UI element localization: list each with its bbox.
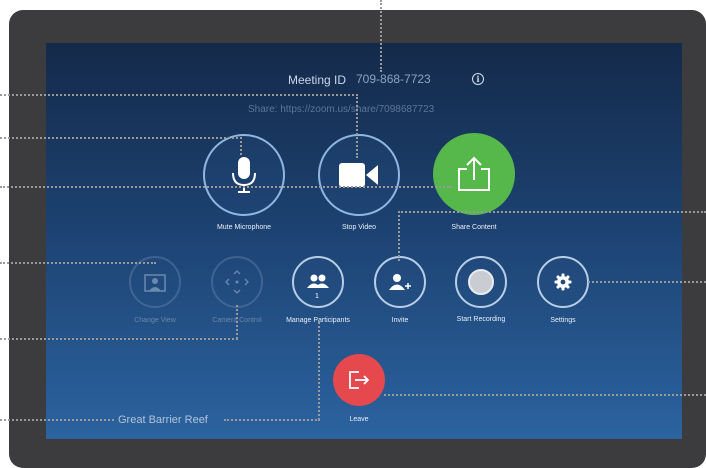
callout-line-video [0, 186, 452, 188]
info-icon[interactable]: i [472, 73, 484, 85]
callout-line-invite-drop [398, 211, 400, 261]
callout-line-change-view [0, 262, 156, 264]
callout-line-participants [224, 419, 320, 421]
meeting-id-label: Meeting ID [288, 73, 347, 87]
room-name: Great Barrier Reef [118, 414, 208, 426]
participants-icon [307, 274, 329, 288]
exit-icon [349, 371, 370, 389]
settings-label: Settings [550, 317, 576, 324]
invite-button[interactable] [374, 256, 426, 308]
share-content-button[interactable] [433, 133, 515, 215]
callout-line-participants-rise [318, 322, 320, 420]
mute-microphone-label: Mute Microphone [216, 224, 272, 231]
callout-line-camera-control [0, 338, 238, 340]
gear-icon [554, 273, 572, 291]
portrait-icon [144, 274, 166, 292]
start-recording-button[interactable] [455, 256, 507, 308]
callout-line-share-url-drop [356, 94, 358, 158]
share-url: Share: https://zoom.us/share/7098687723 [248, 104, 435, 115]
callout-line-leave [384, 394, 706, 396]
callout-line-share-url [0, 94, 358, 96]
stop-video-label: Stop Video [341, 224, 377, 231]
callout-line-meeting-id [380, 0, 382, 72]
participant-count: 1 [315, 293, 319, 300]
microphone-icon [232, 157, 256, 193]
mute-microphone-button[interactable] [203, 134, 285, 216]
callout-line-mute-drop [240, 137, 242, 155]
callout-line-mute [0, 137, 242, 139]
callout-line-settings [588, 281, 706, 283]
callout-line-invite [398, 211, 706, 213]
share-upload-icon [458, 156, 490, 191]
callout-line-room-name [0, 419, 114, 421]
add-person-icon [389, 274, 411, 290]
meeting-id-value: 709-868-7723 [356, 72, 431, 86]
camera-control-button[interactable] [211, 256, 263, 308]
settings-button[interactable] [537, 256, 589, 308]
record-icon [468, 269, 494, 295]
video-camera-icon [339, 163, 378, 187]
manage-participants-button[interactable] [292, 256, 344, 308]
stop-video-button[interactable] [318, 134, 400, 216]
share-content-label: Share Content [451, 224, 497, 231]
callout-line-camera-control-rise [236, 305, 238, 339]
leave-button[interactable] [333, 354, 385, 406]
directional-pad-icon [225, 270, 249, 294]
